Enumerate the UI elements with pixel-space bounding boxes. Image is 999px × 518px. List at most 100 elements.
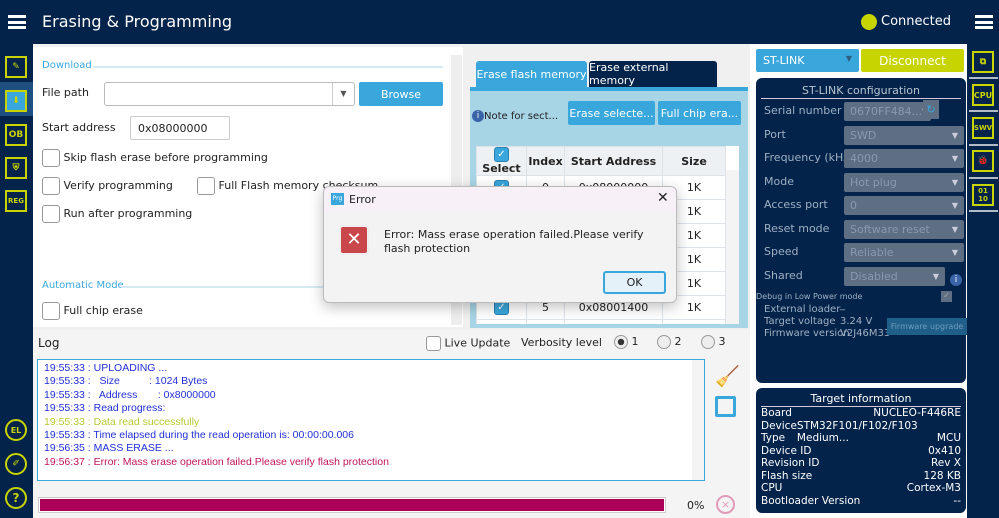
chevron-down-icon: ▼ — [845, 54, 852, 63]
config-label: Shared — [764, 268, 803, 282]
download-section-title: Download — [42, 60, 92, 71]
edit-icon[interactable]: ✎ — [5, 56, 27, 78]
log-title: Log — [38, 336, 60, 350]
target-info-row: Revision ID Rev X — [761, 457, 961, 469]
tab-erase-flash[interactable]: Erase flash memory — [476, 61, 587, 87]
swv-icon[interactable]: SWV — [972, 117, 994, 139]
progress-fill — [40, 499, 664, 511]
firmware-upgrade-button[interactable]: Firmware upgrade — [887, 318, 967, 335]
config-label: Reset mode — [764, 221, 830, 235]
browse-button[interactable]: Browse — [359, 82, 443, 106]
option-bytes-icon[interactable]: OB — [5, 124, 27, 146]
target-info-row: Device ID 0x410 — [761, 444, 961, 457]
log-line: 19:55:33 : UPLOADING ... — [44, 362, 168, 374]
external-loader-value: _ — [840, 300, 845, 311]
page-title: Erasing & Programming — [42, 12, 233, 31]
verify-programming-checkbox[interactable]: Verify programming — [42, 177, 173, 195]
target-info-row: Type MCU — [761, 432, 961, 444]
verbosity-radio-2[interactable]: 2 — [657, 335, 682, 349]
chevron-down-icon: ▼ — [951, 201, 958, 210]
menu-right-icon[interactable] — [975, 15, 993, 29]
stlink-config-title: ST-LINK configuration — [802, 84, 920, 97]
row-index: 6 — [526, 319, 565, 324]
chevron-down-icon: ▼ — [932, 271, 939, 281]
log-panel: Log Live Update Verbosity level 1 2 3 19… — [33, 330, 750, 518]
table-scrollbar[interactable] — [726, 170, 739, 324]
config-select[interactable]: Software reset ▼ — [844, 219, 964, 239]
log-line: 19:55:33 : Data read successfully — [44, 415, 200, 428]
registers-icon[interactable]: REG — [5, 190, 27, 212]
help-icon[interactable]: ? — [5, 487, 27, 509]
clear-log-broom-icon[interactable]: 🧹 — [715, 364, 740, 388]
live-update-checkbox[interactable]: Live Update — [426, 336, 510, 351]
refresh-icon[interactable]: ↻ — [923, 100, 939, 119]
bug-icon[interactable]: 🐞 — [972, 150, 994, 172]
log-line: 19:56:37 : Error: Mass erase operation f… — [44, 455, 389, 468]
app-icon: Prg — [331, 193, 344, 205]
skip-erase-checkbox[interactable]: Skip flash erase before programming — [42, 149, 268, 167]
run-after-programming-checkbox[interactable]: Run after programming — [42, 205, 192, 223]
close-icon[interactable]: ✕ — [657, 190, 669, 206]
target-voltage-label: Target voltage — [764, 316, 836, 327]
sector-note[interactable]: i Note for sect... — [472, 110, 558, 122]
verbosity-radio-3[interactable]: 3 — [701, 335, 726, 349]
plugin-icon[interactable]: ✐ — [5, 453, 27, 475]
full-chip-erase-checkbox[interactable]: Full chip erase — [42, 302, 143, 320]
error-icon: ✕ — [339, 225, 369, 255]
config-label: Mode — [764, 174, 794, 188]
target-info-row: Bootloader Version -- — [761, 494, 961, 507]
row-size: 1K — [662, 319, 726, 324]
download-icon[interactable]: ⬇ — [5, 90, 27, 112]
start-address-input[interactable]: 0x08000000 — [130, 116, 230, 140]
stlink-config: ST-LINK configuration Serial number 0670F… — [756, 78, 967, 383]
log-output[interactable]: 19:55:33 : UPLOADING ... 19:55:33 : Size … — [37, 359, 705, 481]
verbosity-label: Verbosity level — [521, 336, 602, 349]
config-label: Frequency (kHz) — [764, 151, 854, 164]
dialog-title: Error — [349, 193, 376, 206]
automatic-mode-title: Automatic Mode — [42, 280, 124, 291]
disconnect-button[interactable]: Disconnect — [861, 49, 964, 72]
config-select[interactable]: Disabled ▼ — [844, 266, 945, 286]
config-select[interactable]: 4000 ▼ — [844, 149, 964, 168]
firmware-version-label: Firmware version — [764, 328, 850, 339]
table-row[interactable]: ✓60x080018001K — [476, 319, 726, 324]
file-path-input[interactable]: ▼ — [104, 82, 355, 106]
chevron-down-icon[interactable]: ▼ — [332, 83, 354, 105]
select-all-checkbox[interactable]: ✓ — [494, 147, 509, 162]
menu-icon[interactable] — [8, 15, 26, 29]
verbosity-radio-1[interactable]: 1 — [614, 335, 639, 349]
binary-icon[interactable]: 01 10 — [972, 184, 994, 206]
el-icon[interactable]: EL — [5, 419, 27, 441]
cpu-icon[interactable]: CPU — [972, 84, 994, 106]
tab-erase-external[interactable]: Erase external memory — [589, 61, 717, 87]
probe-select[interactable]: ST-LINK ▼ — [756, 49, 859, 72]
log-scrollbar[interactable] — [692, 360, 704, 480]
info-icon[interactable]: i — [950, 274, 962, 286]
config-select[interactable]: Hot plug ▼ — [844, 172, 964, 192]
target-info: Target information Board NUCLEO-F446RE Dev… — [756, 388, 966, 513]
chevron-down-icon: ▼ — [951, 154, 958, 163]
target-info-row: Board NUCLEO-F446RE — [761, 407, 961, 419]
chevron-down-icon: ▼ — [951, 177, 958, 187]
config-select[interactable]: Reliable ▼ — [844, 243, 964, 262]
debug-low-power-checkbox[interactable]: ✓ — [941, 291, 952, 302]
row-address: 0x08001800 — [564, 319, 663, 324]
erase-selected-button[interactable]: Erase selecte... — [568, 101, 655, 125]
config-label: Port — [764, 127, 786, 141]
save-log-icon[interactable] — [715, 396, 736, 417]
config-select[interactable]: 0 ▼ — [844, 196, 964, 215]
connection-status-icon — [861, 14, 877, 30]
config-select[interactable]: 0670FF484...▼ — [844, 102, 931, 121]
ok-button[interactable]: OK — [603, 271, 666, 294]
log-line: 19:55:33 : Size : 1024 Bytes — [44, 375, 208, 388]
cancel-icon[interactable]: × — [716, 495, 735, 514]
security-shield-icon[interactable]: ⛨ — [5, 157, 27, 179]
copy-icon[interactable]: ⧉ — [972, 51, 994, 73]
log-line: 19:56:35 : MASS ERASE ... — [44, 442, 174, 455]
config-select[interactable]: SWD ▼ — [844, 125, 964, 145]
chevron-down-icon: ▼ — [951, 248, 958, 257]
target-info-row: CPU Cortex-M3 — [761, 482, 961, 494]
log-line: 19:55:33 : Read progress: — [44, 402, 166, 415]
full-chip-erase-button[interactable]: Full chip era... — [658, 101, 741, 125]
app-header: Erasing & Programming Connected — [0, 0, 999, 44]
